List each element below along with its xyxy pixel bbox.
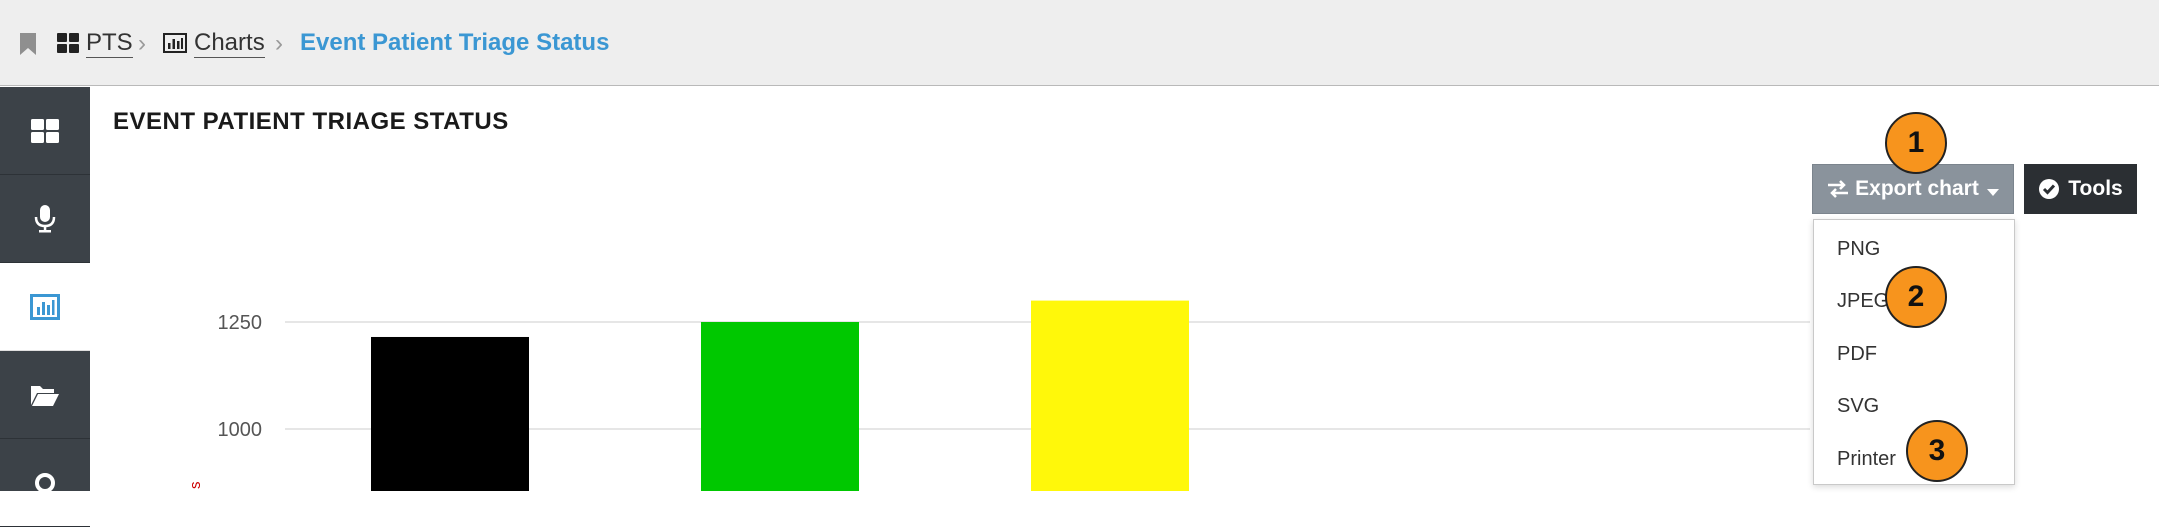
export-option-printer[interactable]: Printer xyxy=(1837,446,1896,472)
sidebar-item-charts[interactable] xyxy=(0,263,90,351)
bar-chart-icon xyxy=(30,293,60,320)
check-circle-icon xyxy=(2039,179,2060,199)
breadcrumb-current: Event Patient Triage Status xyxy=(300,29,610,56)
dashboard-grid-icon xyxy=(57,33,79,53)
export-option-jpeg[interactable]: JPEG xyxy=(1837,288,1889,314)
chart-bar[interactable] xyxy=(1031,300,1189,491)
chart-y-axis: 1000 1250 xyxy=(218,312,263,441)
export-chart-label: Export chart xyxy=(1855,177,1979,200)
bar-chart: 1000 1250 s xyxy=(187,300,1810,491)
chart-bar[interactable] xyxy=(371,336,529,491)
folder-open-icon xyxy=(31,385,59,406)
microphone-icon xyxy=(34,204,56,232)
breadcrumb-label[interactable]: PTS xyxy=(86,29,133,58)
breadcrumb-separator-icon: › xyxy=(275,30,283,57)
chart-y-axis-label: s xyxy=(187,482,204,490)
tools-label: Tools xyxy=(2068,177,2123,200)
export-option-png[interactable]: PNG xyxy=(1837,236,1880,262)
page-title: EVENT PATIENT TRIAGE STATUS xyxy=(113,108,509,135)
callout-badge: 1 xyxy=(1885,112,1947,174)
swap-arrows-icon xyxy=(1828,180,1849,198)
sidebar-item-folder[interactable] xyxy=(0,351,90,439)
chart-y-tick-label: 1250 xyxy=(218,312,263,334)
sidebar xyxy=(0,87,90,527)
breadcrumb-item-pts[interactable]: PTS xyxy=(57,26,133,60)
gear-icon xyxy=(35,472,55,493)
bar-chart-icon xyxy=(163,33,187,53)
chart-bar[interactable] xyxy=(701,322,859,491)
breadcrumb-bar: PTS › Charts › Event Patient Triage Stat… xyxy=(0,0,2159,86)
chart-y-tick-label: 1000 xyxy=(218,419,263,441)
chart-bars xyxy=(371,300,1189,491)
sidebar-item-settings[interactable] xyxy=(0,439,90,527)
tools-button[interactable]: Tools xyxy=(2024,164,2137,214)
dashboard-grid-icon xyxy=(31,118,59,143)
breadcrumb-item-charts[interactable]: Charts xyxy=(163,26,265,60)
export-option-svg[interactable]: SVG xyxy=(1837,393,1879,419)
sidebar-item-microphone[interactable] xyxy=(0,175,90,263)
breadcrumb-label[interactable]: Charts xyxy=(194,29,265,58)
bookmark-icon[interactable] xyxy=(20,33,36,55)
export-option-pdf[interactable]: PDF xyxy=(1837,341,1877,367)
caret-down-icon xyxy=(1986,189,1999,196)
callout-badge: 2 xyxy=(1885,266,1947,328)
callout-badge: 3 xyxy=(1906,420,1968,482)
breadcrumb-separator-icon: › xyxy=(138,30,146,57)
sidebar-item-dashboard[interactable] xyxy=(0,87,90,175)
